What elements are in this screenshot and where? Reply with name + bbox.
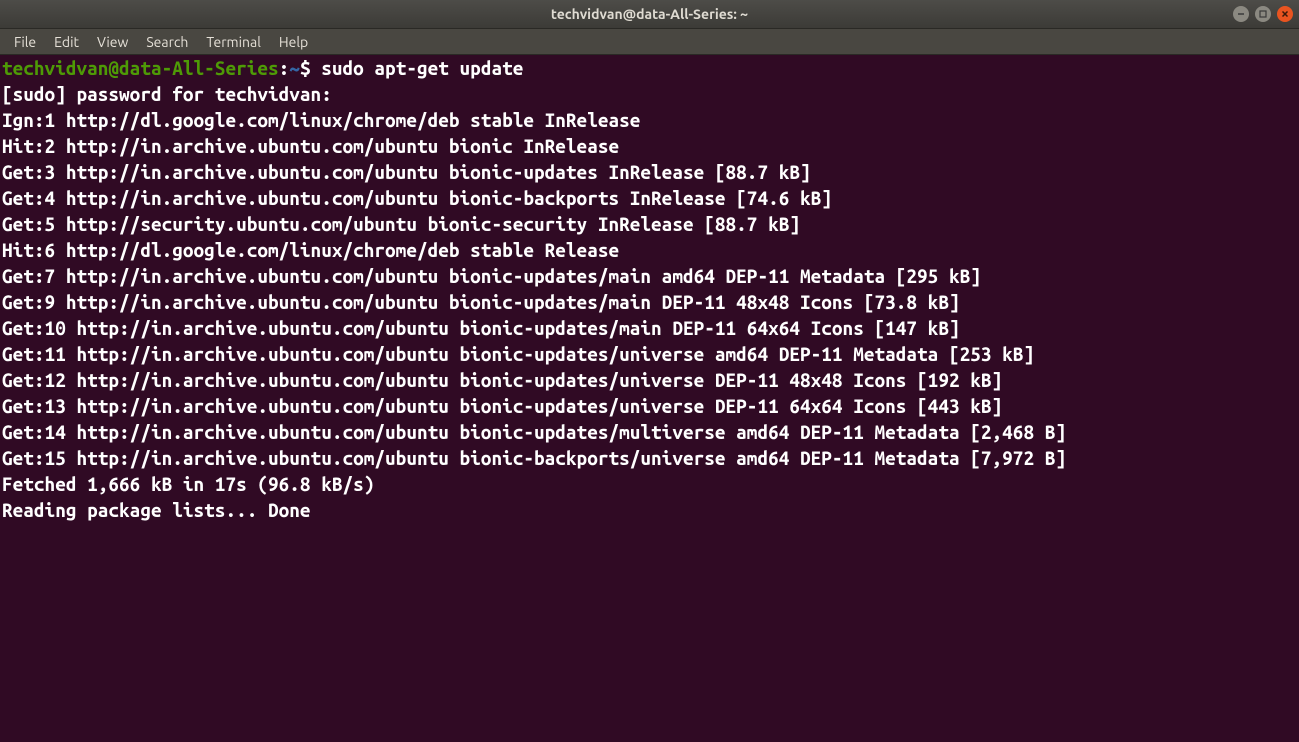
menu-help[interactable]: Help bbox=[271, 32, 316, 52]
prompt-symbol: $ bbox=[300, 57, 321, 79]
command-text: sudo apt-get update bbox=[321, 57, 523, 79]
window-controls bbox=[1233, 6, 1293, 22]
minimize-button[interactable] bbox=[1233, 6, 1249, 22]
close-button[interactable] bbox=[1277, 6, 1293, 22]
output-line: Get:4 http://in.archive.ubuntu.com/ubunt… bbox=[2, 187, 832, 209]
output-line: [sudo] password for techvidvan: bbox=[2, 83, 342, 105]
maximize-button[interactable] bbox=[1255, 6, 1271, 22]
menu-file[interactable]: File bbox=[6, 32, 44, 52]
output-line: Get:7 http://in.archive.ubuntu.com/ubunt… bbox=[2, 265, 981, 287]
output-line: Hit:6 http://dl.google.com/linux/chrome/… bbox=[2, 239, 619, 261]
menu-view[interactable]: View bbox=[89, 32, 136, 52]
output-line: Get:11 http://in.archive.ubuntu.com/ubun… bbox=[2, 343, 1034, 365]
menu-search[interactable]: Search bbox=[138, 32, 196, 52]
output-line: Get:9 http://in.archive.ubuntu.com/ubunt… bbox=[2, 291, 960, 313]
window-titlebar: techvidvan@data-All-Series: ~ bbox=[0, 0, 1299, 29]
output-line: Get:5 http://security.ubuntu.com/ubuntu … bbox=[2, 213, 800, 235]
output-line: Get:14 http://in.archive.ubuntu.com/ubun… bbox=[2, 421, 1066, 443]
output-line: Get:10 http://in.archive.ubuntu.com/ubun… bbox=[2, 317, 960, 339]
menubar: File Edit View Search Terminal Help bbox=[0, 29, 1299, 55]
window-title: techvidvan@data-All-Series: ~ bbox=[551, 6, 748, 22]
output-line: Get:12 http://in.archive.ubuntu.com/ubun… bbox=[2, 369, 1002, 391]
menu-terminal[interactable]: Terminal bbox=[198, 32, 269, 52]
output-line: Ign:1 http://dl.google.com/linux/chrome/… bbox=[2, 109, 640, 131]
output-line: Get:13 http://in.archive.ubuntu.com/ubun… bbox=[2, 395, 1002, 417]
prompt-userhost: techvidvan@data-All-Series bbox=[2, 57, 279, 79]
output-line: Get:15 http://in.archive.ubuntu.com/ubun… bbox=[2, 447, 1066, 469]
terminal-body[interactable]: techvidvan@data-All-Series:~$ sudo apt-g… bbox=[0, 55, 1299, 523]
menu-edit[interactable]: Edit bbox=[46, 32, 87, 52]
output-line: Reading package lists... Done bbox=[2, 499, 311, 521]
prompt-sep: : bbox=[279, 57, 290, 79]
output-line: Hit:2 http://in.archive.ubuntu.com/ubunt… bbox=[2, 135, 619, 157]
output-line: Get:3 http://in.archive.ubuntu.com/ubunt… bbox=[2, 161, 811, 183]
prompt-path: ~ bbox=[289, 57, 300, 79]
output-line: Fetched 1,666 kB in 17s (96.8 kB/s) bbox=[2, 473, 374, 495]
